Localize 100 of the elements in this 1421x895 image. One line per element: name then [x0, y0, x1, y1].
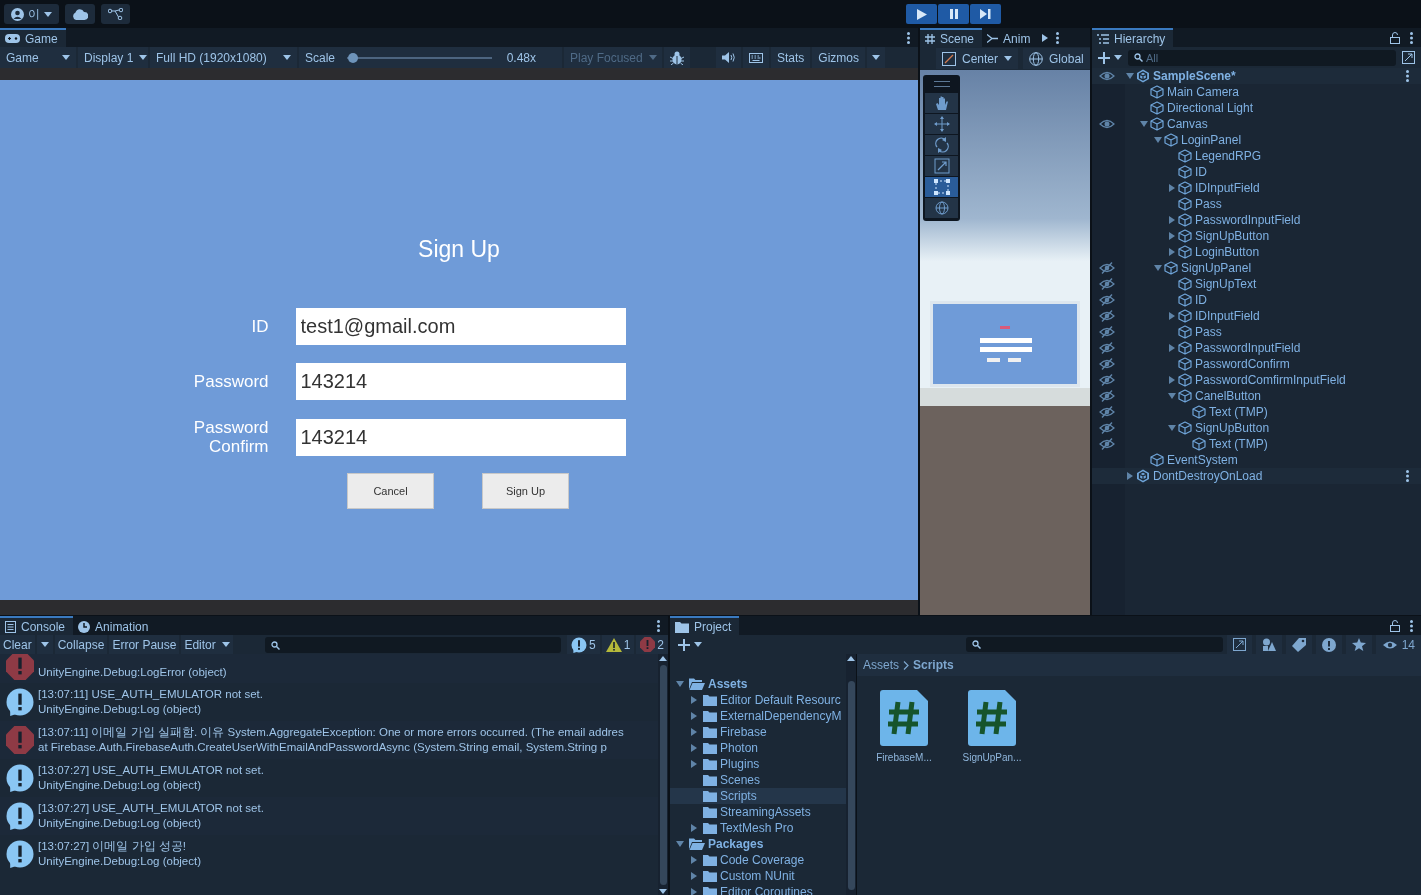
breadcrumb-item[interactable]: Assets — [863, 658, 899, 672]
collapse-button[interactable]: Collapse — [54, 635, 108, 654]
eye-icon[interactable] — [1099, 118, 1115, 130]
eye-slash-icon[interactable] — [1099, 438, 1115, 450]
folder-item[interactable]: Custom NUnit — [720, 869, 795, 883]
collapse-arrow-icon[interactable] — [1125, 471, 1135, 481]
log-filter-button[interactable] — [1315, 635, 1342, 654]
resolution-dropdown[interactable]: Full HD (1920x1080) — [150, 47, 297, 68]
scroll-up-icon[interactable] — [659, 656, 667, 661]
slider-thumb[interactable] — [347, 52, 358, 63]
play-button[interactable] — [906, 4, 937, 24]
panel-tab[interactable]: Scene — [920, 28, 983, 47]
clear-options-button[interactable] — [36, 635, 53, 654]
rotate-icon[interactable] — [933, 137, 950, 153]
favorites-button[interactable] — [1345, 635, 1372, 654]
search-window-icon[interactable] — [1402, 51, 1415, 64]
scale-icon[interactable] — [933, 158, 950, 174]
folder-item[interactable]: Firebase — [720, 725, 767, 739]
speaker-icon[interactable] — [722, 52, 735, 63]
hierarchy-item[interactable]: PasswordInputField — [1195, 213, 1301, 227]
eye-slash-icon[interactable] — [1099, 342, 1115, 354]
eye-slash-icon[interactable] — [1099, 422, 1115, 434]
hierarchy-item[interactable]: EventSystem — [1167, 453, 1238, 467]
eye-slash-icon[interactable] — [1099, 406, 1115, 418]
expand-arrow-icon[interactable] — [1153, 263, 1163, 273]
transform-icon[interactable] — [933, 200, 950, 216]
folder-item[interactable]: StreamingAssets — [720, 805, 811, 819]
scrollbar[interactable] — [846, 654, 856, 895]
create-button[interactable] — [1098, 51, 1122, 64]
more-icon[interactable] — [657, 619, 660, 632]
eye-icon[interactable] — [1099, 70, 1115, 82]
hidden-packages-button[interactable]: 14 — [1375, 635, 1421, 654]
collapse-arrow-icon[interactable] — [689, 823, 699, 833]
hierarchy-item[interactable]: Pass — [1195, 325, 1222, 339]
hierarchy-item[interactable]: LegendRPG — [1195, 149, 1262, 163]
version-control-button[interactable] — [101, 4, 130, 24]
pause-button[interactable] — [938, 4, 969, 24]
hierarchy-item[interactable]: LoginPanel — [1181, 133, 1242, 147]
hand-icon[interactable] — [933, 95, 950, 111]
hierarchy-item[interactable]: Text (TMP) — [1209, 405, 1268, 419]
collapse-arrow-icon[interactable] — [1167, 375, 1177, 385]
stats-button[interactable]: Stats — [771, 47, 811, 68]
hierarchy-item[interactable]: Canvas — [1167, 117, 1208, 131]
step-button[interactable] — [970, 4, 1001, 24]
hierarchy-item[interactable]: IDInputField — [1195, 309, 1260, 323]
folder-item[interactable]: TextMesh Pro — [720, 821, 794, 835]
folder-item[interactable]: Scenes — [720, 773, 761, 787]
lock-icon[interactable] — [1390, 619, 1400, 632]
folder-item[interactable]: ExternalDependencyM — [720, 709, 842, 723]
hierarchy-item[interactable]: SignUpText — [1195, 277, 1257, 291]
hierarchy-item[interactable]: SignUpPanel — [1181, 261, 1252, 275]
input-field[interactable]: 143214 — [295, 418, 626, 456]
search-field[interactable] — [264, 637, 561, 653]
script-file-icon[interactable] — [968, 690, 1016, 746]
hierarchy-item[interactable]: SignUpButton — [1195, 421, 1270, 435]
tool-button[interactable] — [925, 114, 958, 134]
error-pause-button[interactable]: Error Pause — [109, 635, 180, 654]
collapse-arrow-icon[interactable] — [1167, 183, 1177, 193]
tool-button[interactable] — [925, 93, 958, 113]
hierarchy-item[interactable]: ID — [1195, 293, 1207, 307]
expand-arrow-icon[interactable] — [675, 679, 685, 689]
file-name[interactable]: FirebaseM... — [876, 752, 932, 763]
folder-item[interactable]: Code Coverage — [720, 853, 805, 867]
search-field[interactable]: All — [1128, 49, 1396, 66]
scrollbar[interactable] — [658, 654, 668, 895]
clear-button[interactable]: Clear — [0, 635, 35, 654]
bug-icon[interactable] — [670, 50, 684, 65]
folder-item[interactable]: Scripts — [720, 789, 757, 803]
plus-icon[interactable] — [1098, 51, 1110, 64]
hierarchy-item[interactable]: CanelButton — [1195, 389, 1262, 403]
panel-tab[interactable]: Game — [0, 28, 66, 47]
gizmos-button[interactable]: Gizmos — [812, 47, 866, 68]
input-field[interactable]: test1@gmail.com — [295, 308, 626, 345]
display-dropdown[interactable]: Display 1 — [78, 47, 148, 68]
more-icon[interactable] — [1410, 619, 1413, 632]
hierarchy-item[interactable]: IDInputField — [1195, 181, 1260, 195]
panel-tab[interactable]: Project — [670, 616, 740, 635]
more-icon[interactable] — [1406, 470, 1409, 482]
log-entry[interactable]: [13:07:11] USE_AUTH_EMULATOR not set. UnityEngine.Debug:Log (object) — [0, 683, 658, 721]
gizmos-menu-button[interactable] — [867, 47, 886, 68]
tool-button[interactable] — [925, 177, 958, 197]
hierarchy-item[interactable]: Main Camera — [1167, 85, 1240, 99]
create-button[interactable] — [678, 638, 702, 651]
eye-slash-icon[interactable] — [1099, 262, 1115, 274]
eye-slash-icon[interactable] — [1099, 326, 1115, 338]
space-dropdown[interactable]: Global — [1023, 48, 1090, 69]
folder-item[interactable]: Assets — [708, 677, 748, 691]
form-button[interactable]: Cancel — [347, 473, 434, 509]
tool-button[interactable] — [925, 198, 958, 218]
pivot-dropdown[interactable]: Center — [936, 48, 1019, 69]
panel-tab[interactable]: Animation — [73, 616, 157, 635]
shortcuts-button[interactable] — [743, 47, 769, 68]
hierarchy-item[interactable]: LoginButton — [1195, 245, 1260, 259]
cloud-button[interactable] — [65, 4, 95, 24]
panel-tab[interactable]: Console — [0, 616, 74, 635]
info-filter[interactable]: 5 — [566, 635, 600, 654]
eye-slash-icon[interactable] — [1099, 294, 1115, 306]
input-field[interactable]: 143214 — [295, 363, 626, 400]
plus-icon[interactable] — [678, 638, 690, 651]
debug-button[interactable] — [664, 47, 690, 68]
